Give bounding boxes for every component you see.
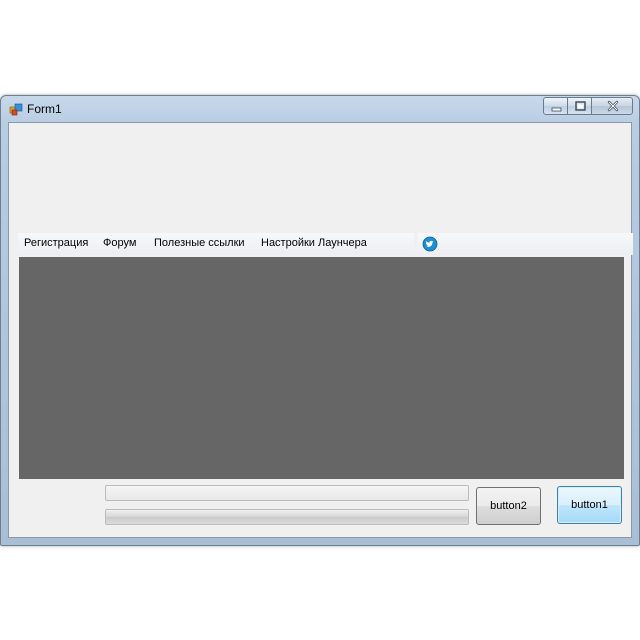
maximize-button[interactable] bbox=[567, 97, 592, 115]
title-bar[interactable]: Form1 bbox=[1, 96, 639, 122]
menu-bar: Регистрация Форум Полезные ссылки Настро… bbox=[18, 233, 633, 255]
close-icon bbox=[607, 100, 619, 112]
content-panel bbox=[19, 257, 624, 479]
close-button[interactable] bbox=[591, 97, 633, 115]
form-client-area: Регистрация Форум Полезные ссылки Настро… bbox=[8, 122, 633, 538]
menu-item-useful-links[interactable]: Полезные ссылки bbox=[154, 237, 245, 249]
twitter-icon[interactable] bbox=[422, 236, 438, 252]
menu-item-registration[interactable]: Регистрация bbox=[24, 237, 88, 249]
minimize-icon bbox=[551, 107, 562, 112]
minimize-button[interactable] bbox=[543, 97, 568, 115]
app-icon bbox=[9, 102, 23, 116]
progress-bar-top bbox=[105, 485, 469, 501]
maximize-icon bbox=[575, 101, 586, 111]
button1[interactable]: button1 bbox=[557, 486, 622, 524]
button2[interactable]: button2 bbox=[476, 487, 541, 525]
progress-bar-bottom bbox=[105, 509, 469, 525]
window-title: Form1 bbox=[27, 102, 62, 116]
app-window: Form1 Регистрация Форум Полезные ссылки … bbox=[0, 95, 640, 546]
progress-bar-bottom-fill bbox=[106, 510, 468, 524]
menu-item-launcher-settings[interactable]: Настройки Лаунчера bbox=[261, 237, 367, 249]
menu-separator bbox=[414, 233, 418, 255]
menu-item-forum[interactable]: Форум bbox=[103, 237, 136, 249]
